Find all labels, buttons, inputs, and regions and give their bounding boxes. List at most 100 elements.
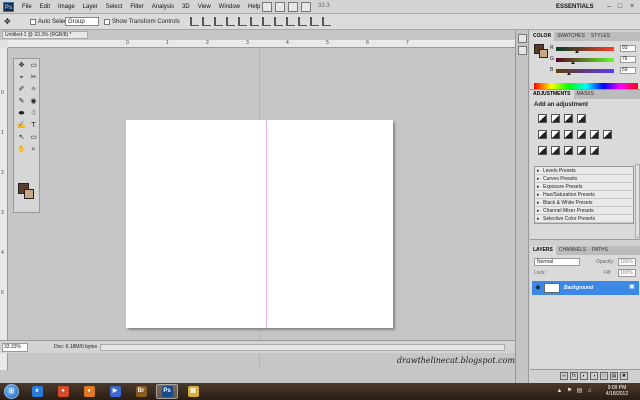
tab-swatches[interactable]: SWATCHES [554, 32, 588, 41]
show-transform-checkbox[interactable] [104, 19, 110, 25]
align-left-icon[interactable] [226, 17, 235, 26]
distribute-bottom-icon[interactable] [286, 17, 295, 26]
marquee-tool-icon[interactable]: ▭ [28, 61, 39, 71]
shape-tool-icon[interactable]: ▭ [28, 133, 39, 143]
brightness-contrast-icon[interactable] [538, 114, 547, 123]
layer-row-background[interactable]: ◉ Background ▣ [532, 281, 639, 295]
document-size-info[interactable]: Doc: 6.18M/0 bytes [54, 344, 97, 350]
type-tool-icon[interactable]: T [28, 121, 39, 131]
invert-icon[interactable] [538, 146, 547, 155]
menu-layer[interactable]: Layer [79, 0, 102, 14]
zoom-level-readout[interactable]: 33.3 [318, 3, 344, 11]
preset-curves[interactable]: Curves Presets [535, 175, 633, 183]
tab-styles[interactable]: STYLES [588, 32, 613, 41]
channel-value[interactable]: 93 [620, 45, 636, 52]
menu-file[interactable]: File [18, 0, 36, 14]
blend-mode-dropdown[interactable]: Normal [534, 258, 580, 266]
menu-image[interactable]: Image [54, 0, 79, 14]
tab-layers[interactable]: LAYERS [530, 246, 556, 255]
distribute-left-icon[interactable] [298, 17, 307, 26]
green-slider[interactable]: G 76 [550, 56, 640, 64]
brush-tool-icon[interactable]: ✎ [16, 97, 27, 107]
slider-knob[interactable] [567, 72, 572, 75]
close-button[interactable]: × [627, 2, 637, 12]
taskbar-ie[interactable]: e [26, 384, 48, 399]
mini-bridge-icon[interactable] [275, 2, 285, 12]
auto-select-checkbox[interactable] [30, 19, 36, 25]
hand-tool-icon[interactable]: ✋ [16, 145, 27, 155]
tray-expand-icon[interactable]: ▲ [556, 388, 563, 395]
color-preview-swatch[interactable] [534, 44, 548, 58]
layer-mask-icon[interactable]: ◐ [580, 372, 588, 380]
start-button[interactable]: ⊞ [4, 384, 19, 399]
distribute-center-icon[interactable] [310, 17, 319, 26]
network-icon[interactable]: ▤ [576, 388, 583, 395]
color-balance-icon[interactable] [564, 130, 573, 139]
menu-edit[interactable]: Edit [36, 0, 54, 14]
clone-stamp-tool-icon[interactable]: ◉ [28, 97, 39, 107]
tab-channels[interactable]: CHANNELS [556, 246, 589, 255]
visibility-eye-icon[interactable]: ◉ [534, 284, 542, 292]
preset-channel-mixer[interactable]: Channel Mixer Presets [535, 207, 633, 215]
taskbar-clock[interactable]: 9:09 PM 4/18/2012 [598, 385, 636, 397]
pen-tool-icon[interactable]: ✍ [16, 121, 27, 131]
channel-value[interactable]: 59 [620, 67, 636, 74]
move-tool-icon[interactable]: ✥ [4, 17, 11, 26]
path-selection-tool-icon[interactable]: ↖ [16, 133, 27, 143]
posterize-icon[interactable] [551, 146, 560, 155]
adjustment-layer-icon[interactable]: ◑ [590, 372, 598, 380]
color-spectrum-bar[interactable] [534, 83, 638, 89]
blue-slider[interactable]: B 59 [550, 67, 640, 75]
lasso-tool-icon[interactable]: ⌖ [16, 73, 27, 83]
preset-black-white[interactable]: Black & White Presets [535, 199, 633, 207]
preset-hue-saturation[interactable]: Hue/Saturation Presets [535, 191, 633, 199]
slider-track[interactable] [556, 47, 614, 51]
menu-3d[interactable]: 3D [178, 0, 194, 14]
document-canvas[interactable] [126, 120, 393, 328]
align-middle-icon[interactable] [202, 17, 211, 26]
horizontal-ruler[interactable]: 0 1 2 3 4 5 6 7 [8, 40, 515, 48]
slider-track[interactable] [556, 69, 614, 73]
taskbar-bridge[interactable]: Br [130, 384, 152, 399]
zoom-tool-icon[interactable] [301, 2, 311, 12]
align-bottom-icon[interactable] [214, 17, 223, 26]
bridge-icon[interactable] [262, 2, 272, 12]
gradient-map-icon[interactable] [577, 146, 586, 155]
zoom-tool-icon[interactable]: ⌕ [28, 145, 39, 155]
history-panel-icon[interactable] [518, 34, 527, 43]
new-group-icon[interactable]: □ [600, 372, 608, 380]
layer-name[interactable]: Background [564, 283, 593, 293]
crop-tool-icon[interactable]: ✂ [28, 73, 39, 83]
eyedropper-tool-icon[interactable]: ✐ [16, 85, 27, 95]
hand-tool-icon[interactable] [288, 2, 298, 12]
healing-tool-icon[interactable]: ✧ [28, 85, 39, 95]
menu-filter[interactable]: Filter [126, 0, 147, 14]
align-top-icon[interactable] [190, 17, 199, 26]
taskbar-chrome[interactable]: ● [52, 384, 74, 399]
black-white-icon[interactable] [577, 130, 586, 139]
vertical-ruler[interactable]: 0 1 2 3 4 5 [0, 48, 8, 370]
flag-icon[interactable]: ⚑ [566, 388, 573, 395]
auto-select-dropdown[interactable]: Group [65, 17, 99, 26]
channel-value[interactable]: 76 [620, 56, 636, 63]
layer-style-icon[interactable]: fx [570, 372, 578, 380]
align-center-icon[interactable] [238, 17, 247, 26]
workspace-switcher[interactable]: ESSENTIALS [556, 2, 594, 12]
red-slider[interactable]: R 93 [550, 45, 640, 53]
align-right-icon[interactable] [250, 17, 259, 26]
horizontal-scrollbar[interactable] [100, 344, 505, 351]
background-color-swatch[interactable] [24, 189, 34, 199]
gradient-tool-icon[interactable]: ☃ [28, 109, 39, 119]
slider-knob[interactable] [571, 61, 576, 64]
channel-mixer-icon[interactable] [603, 130, 612, 139]
taskbar-explorer[interactable]: ▤ [182, 384, 204, 399]
presets-scrollbar[interactable] [635, 164, 640, 238]
vibrance-icon[interactable] [538, 130, 547, 139]
link-layers-icon[interactable]: ∞ [560, 372, 568, 380]
distribute-middle-icon[interactable] [274, 17, 283, 26]
levels-icon[interactable] [551, 114, 560, 123]
menu-analysis[interactable]: Analysis [148, 0, 178, 14]
maximize-button[interactable]: □ [615, 2, 625, 12]
taskbar-photoshop[interactable]: Ps [156, 384, 178, 399]
tab-color[interactable]: COLOR [530, 32, 555, 41]
